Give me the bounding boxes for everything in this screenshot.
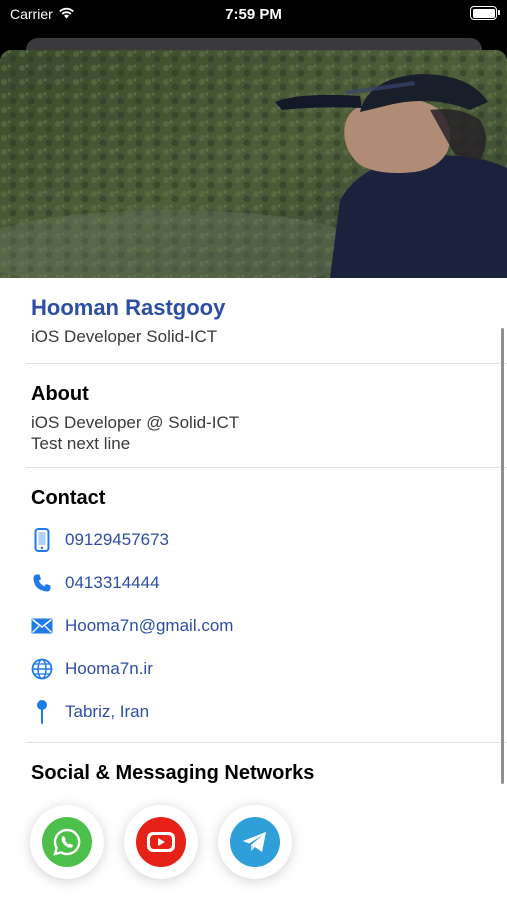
scrollbar[interactable] [501,328,504,784]
contact-item-phone[interactable]: 0413314444 [31,561,507,604]
about-section: About iOS Developer @ Solid-ICT Test nex… [26,364,507,468]
contact-website-text: Hooma7n.ir [65,658,153,678]
mobile-phone-icon [31,527,53,552]
globe-icon [31,657,53,681]
profile-role: iOS Developer Solid-ICT [31,327,218,346]
contact-item-website[interactable]: Hooma7n.ir [31,647,507,690]
profile-header: Hooman Rastgooy iOS Developer Solid-ICT [26,278,507,364]
social-title: Social & Messaging Networks [31,762,315,784]
contact-location-text: Tabriz, Iran [65,701,150,721]
profile-name: Hooman Rastgooy [31,295,226,320]
about-line-2: Test next line [31,434,131,453]
status-bar: Carrier 7:59 PM [0,0,507,30]
about-line-1: iOS Developer @ Solid-ICT [31,413,240,432]
contact-section: Contact 09129457673 0413314444 Hooma7n@g… [26,468,507,743]
phone-icon [31,571,53,595]
contact-mobile-text: 09129457673 [65,529,170,549]
contact-item-mobile[interactable]: 09129457673 [31,518,507,561]
whatsapp-button[interactable] [30,805,104,879]
location-pin-icon [31,699,53,724]
contact-item-location[interactable]: Tabriz, Iran [31,690,507,733]
profile-sheet: Hooman Rastgooy iOS Developer Solid-ICT … [0,50,507,900]
telegram-button[interactable] [218,805,292,879]
social-buttons [30,805,507,879]
contact-item-email[interactable]: Hooma7n@gmail.com [31,604,507,647]
contact-email-text: Hooma7n@gmail.com [65,615,234,635]
youtube-icon [136,817,186,867]
contact-title: Contact [31,487,106,509]
battery-icon [470,6,500,20]
about-text: iOS Developer @ Solid-ICT Test next line [31,412,507,454]
clock: 7:59 PM [225,6,282,23]
mail-icon [31,614,53,638]
youtube-button[interactable] [124,805,198,879]
profile-cover-photo [0,50,507,278]
contact-list: 09129457673 0413314444 Hooma7n@gmail.com [31,518,507,733]
social-section: Social & Messaging Networks [26,743,507,879]
contact-phone-text: 0413314444 [65,572,160,592]
whatsapp-icon [42,817,92,867]
profile-content: Hooman Rastgooy iOS Developer Solid-ICT … [0,278,507,879]
about-title: About [31,383,89,405]
telegram-icon [230,817,280,867]
